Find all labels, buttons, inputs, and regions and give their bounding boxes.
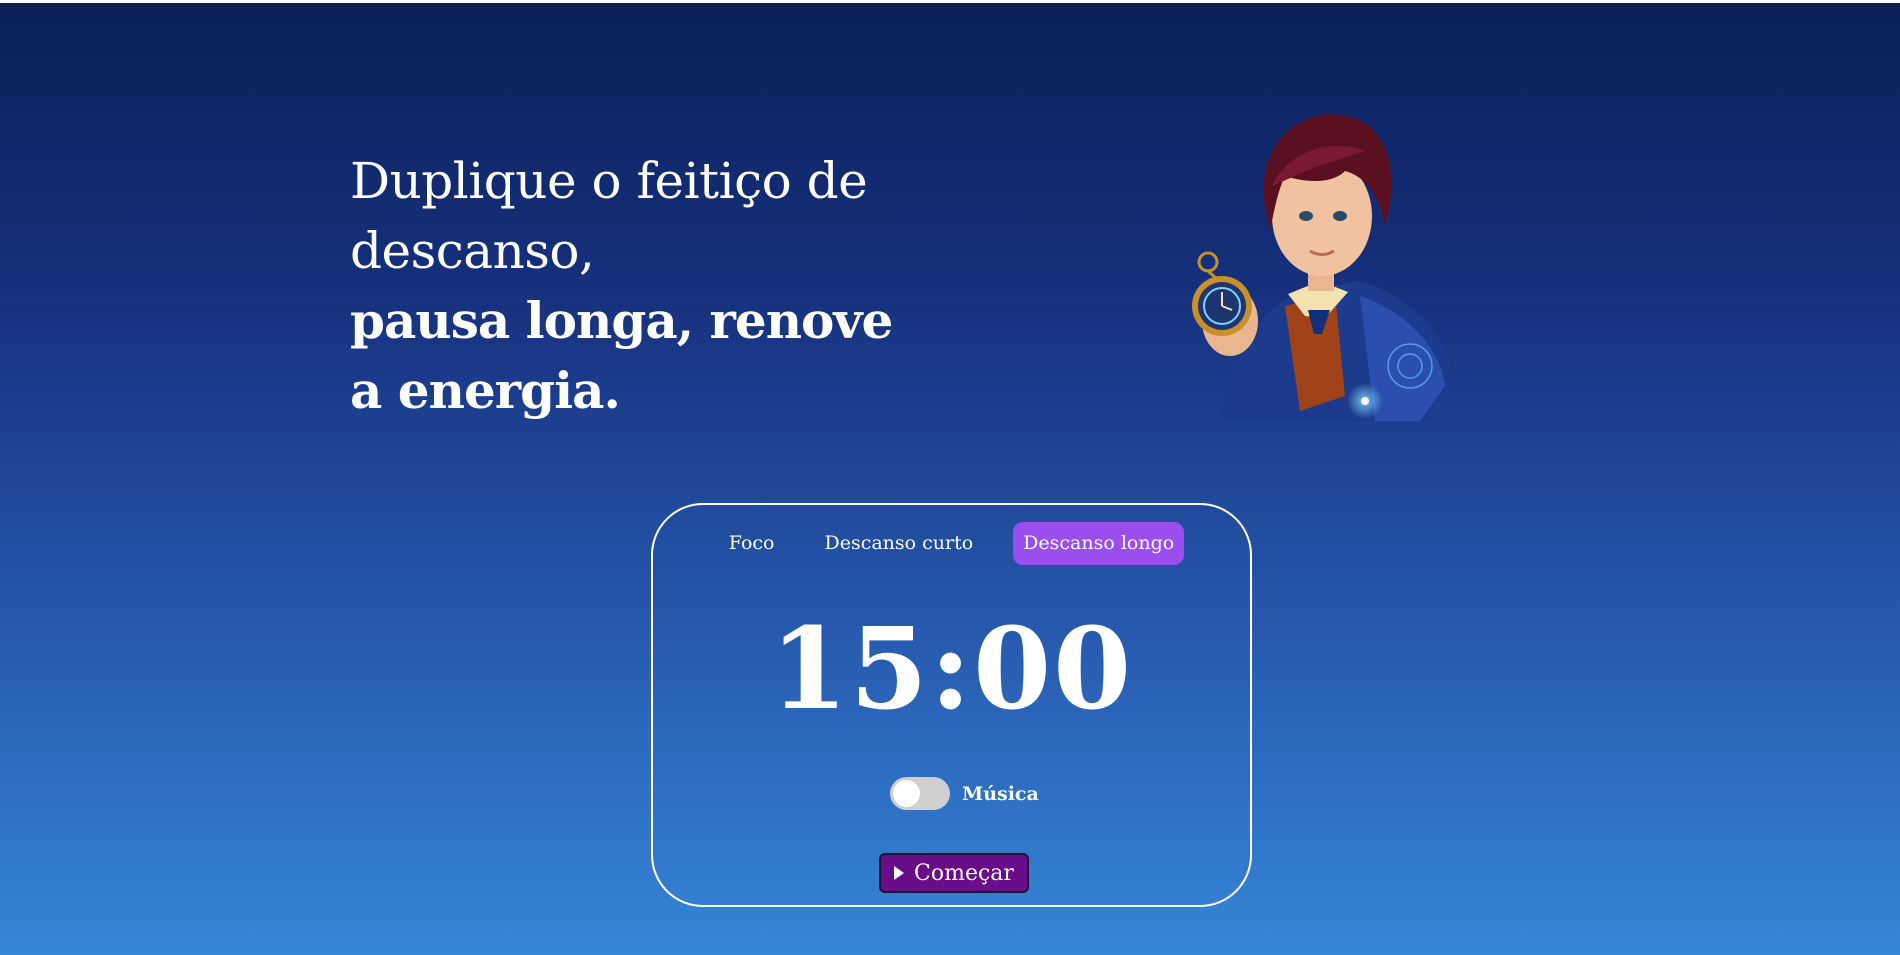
play-icon — [894, 866, 905, 880]
tab-foco[interactable]: Foco — [719, 522, 785, 565]
wizard-character-icon — [1192, 114, 1450, 421]
toggle-knob — [893, 780, 921, 807]
start-button[interactable]: Começar — [879, 853, 1029, 893]
timer-mode-tabs: Foco Descanso curto Descanso longo — [653, 522, 1250, 565]
music-toggle[interactable] — [890, 777, 951, 810]
tab-descanso-longo[interactable]: Descanso longo — [1013, 522, 1185, 565]
hero-line-bold: pausa longa, renove a energia. — [350, 291, 893, 420]
timer-card: Foco Descanso curto Descanso longo 15:00… — [651, 503, 1252, 907]
timer-display: 15:00 — [769, 604, 1134, 735]
start-button-label: Começar — [914, 860, 1014, 886]
hero-heading: Duplique o feitiço de descanso, pausa lo… — [350, 146, 1050, 426]
hero-line-regular: Duplique o feitiço de descanso, — [350, 152, 868, 280]
music-toggle-row: Música — [653, 777, 1250, 810]
top-edge-line — [0, 0, 1900, 3]
tab-descanso-curto[interactable]: Descanso curto — [814, 522, 983, 565]
music-label: Música — [962, 782, 1039, 805]
